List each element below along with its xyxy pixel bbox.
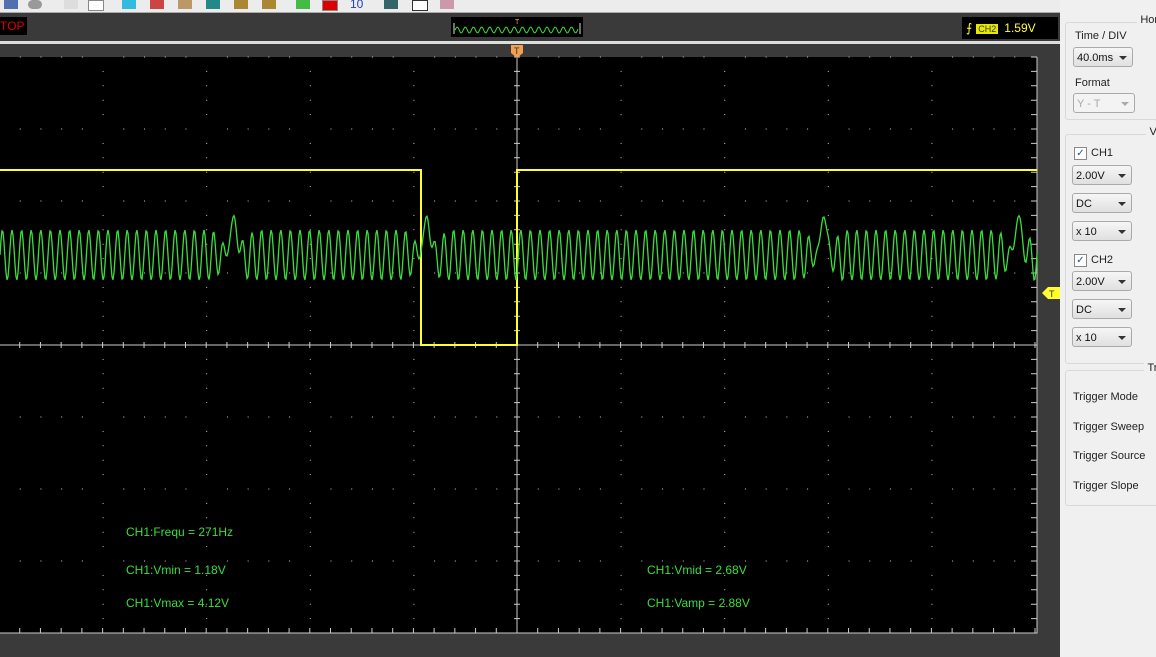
trigger-level-marker[interactable]: T xyxy=(1042,287,1060,299)
trigger-position-marker[interactable]: T xyxy=(511,45,523,58)
ch2-checkbox[interactable]: ✓ xyxy=(1074,254,1087,267)
ch2-volts: 2.00V xyxy=(1076,276,1105,288)
meas-ch1-vmin: CH1:Vmin = 1.18V xyxy=(126,563,226,577)
chevron-down-icon xyxy=(1119,56,1127,60)
ch2-probe-select[interactable]: x 10 xyxy=(1072,327,1132,347)
ch1-checkbox[interactable]: ✓ xyxy=(1074,147,1087,160)
trigger-source-label[interactable]: Trigger Source xyxy=(1073,450,1145,462)
format-select[interactable]: Y - T xyxy=(1073,93,1135,113)
horizontal-title: Horiz xyxy=(1137,14,1156,26)
trigger-group: Trig Trigger Mode Trigger Sweep Trigger … xyxy=(1065,362,1156,506)
time-div-select[interactable]: 40.0ms xyxy=(1073,47,1133,67)
trigger-mode-label[interactable]: Trigger Mode xyxy=(1073,391,1138,403)
ch1-probe: x 10 xyxy=(1076,226,1097,238)
ch2-coupling: DC xyxy=(1076,304,1092,316)
meas-ch1-vmid: CH1:Vmid = 2.68V xyxy=(647,563,747,577)
ch1-volts: 2.00V xyxy=(1076,170,1105,182)
control-panel: Horiz Time / DIV 40.0ms Format Y - T Ver… xyxy=(1062,14,1156,657)
trigger-title: Trig xyxy=(1144,362,1156,374)
ch2-label: CH2 xyxy=(1091,254,1114,266)
chevron-down-icon xyxy=(1118,280,1126,284)
ch1-coupling: DC xyxy=(1076,198,1092,210)
meas-ch1-vmax: CH1:Vmax = 4.12V xyxy=(126,596,230,610)
format-label: Format xyxy=(1075,77,1110,89)
vertical-group: Ver ✓ CH1 2.00V DC x 10 ✓ CH2 2.00V DC x… xyxy=(1065,126,1156,364)
trigger-slope-label[interactable]: Trigger Slope xyxy=(1073,480,1139,492)
ch1-probe-select[interactable]: x 10 xyxy=(1072,221,1132,241)
scope-display[interactable]: T T xyxy=(0,0,1060,657)
meas-ch1-vamp: CH1:Vamp = 2.88V xyxy=(647,596,750,610)
ch1-label: CH1 xyxy=(1091,147,1114,159)
ch2-probe: x 10 xyxy=(1076,332,1097,344)
chevron-down-icon xyxy=(1118,230,1126,234)
time-div-label: Time / DIV xyxy=(1075,30,1127,42)
trigger-sweep-label[interactable]: Trigger Sweep xyxy=(1073,421,1144,433)
svg-text:T: T xyxy=(1049,289,1055,299)
ch1-volts-select[interactable]: 2.00V xyxy=(1072,165,1132,185)
ch1-coupling-select[interactable]: DC xyxy=(1072,193,1132,213)
time-div-value: 40.0ms xyxy=(1077,52,1114,64)
chevron-down-icon xyxy=(1118,336,1126,340)
chevron-down-icon xyxy=(1118,308,1126,312)
format-value: Y - T xyxy=(1077,98,1101,110)
ch2-volts-select[interactable]: 2.00V xyxy=(1072,271,1132,291)
meas-ch1-freq: CH1:Frequ = 271Hz xyxy=(126,525,234,539)
chevron-down-icon xyxy=(1118,202,1126,206)
horizontal-group: Horiz Time / DIV 40.0ms Format Y - T xyxy=(1065,14,1156,120)
ch2-coupling-select[interactable]: DC xyxy=(1072,299,1132,319)
vertical-title: Ver xyxy=(1146,126,1156,138)
chevron-down-icon xyxy=(1121,102,1129,106)
chevron-down-icon xyxy=(1118,174,1126,178)
svg-text:T: T xyxy=(514,46,520,56)
